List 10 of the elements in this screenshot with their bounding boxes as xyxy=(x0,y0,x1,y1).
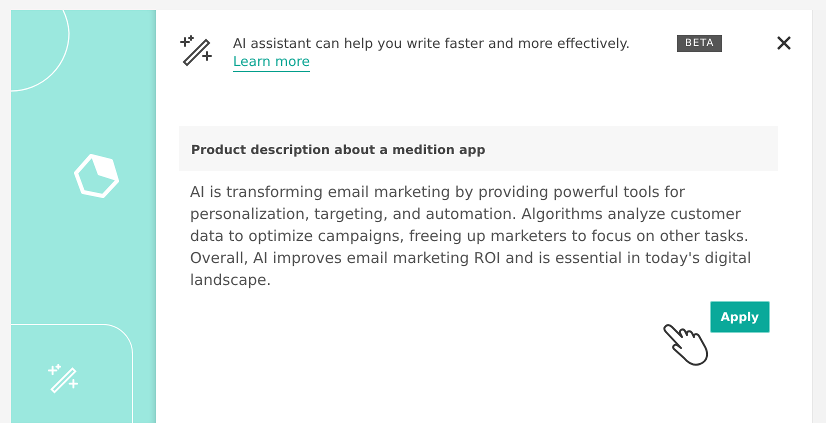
beta-badge: BETA xyxy=(677,35,722,52)
prompt-text: Product description about a medition app xyxy=(191,142,486,157)
learn-more-link[interactable]: Learn more xyxy=(233,53,310,72)
generated-text: AI is transforming email marketing by providing powerful tools for personalization, targeting, and automation. Algorithms analyze customer data to optimize campaigns, freeing up marketers to focus on other tasks. Overall, AI improves email marketing ROI and is essential in today's digital landscape. xyxy=(190,182,752,291)
close-icon[interactable] xyxy=(777,36,791,50)
magic-wand-icon xyxy=(46,361,80,395)
assistant-message: AI assistant can help you write faster and more effectively. xyxy=(233,35,631,53)
magic-wand-icon xyxy=(178,32,214,68)
cube-icon xyxy=(73,153,119,199)
apply-button[interactable]: Apply xyxy=(710,301,770,333)
